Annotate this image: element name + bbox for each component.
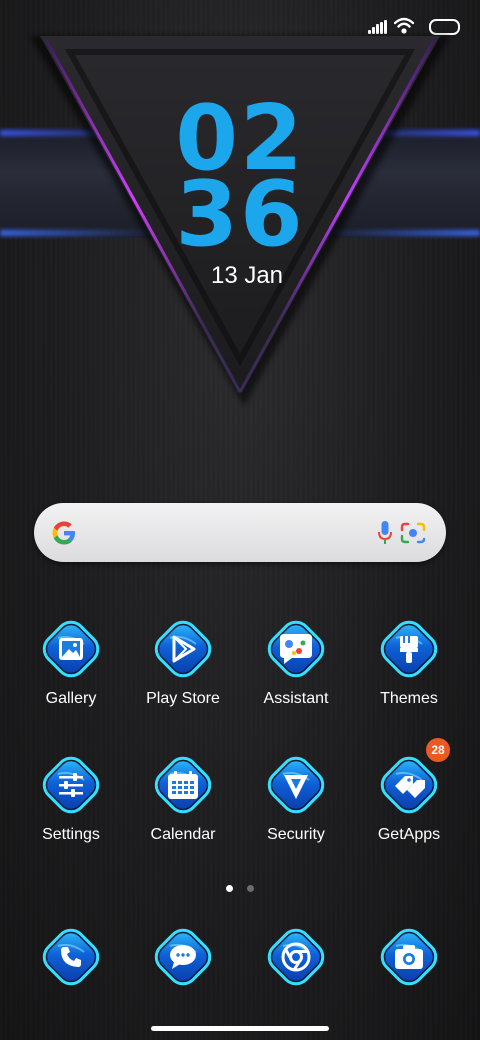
gallery-icon: [59, 638, 83, 660]
page-dot[interactable]: [247, 885, 255, 892]
camera-icon: [395, 945, 423, 969]
app-themes[interactable]: Themes: [364, 614, 454, 708]
getapps-icon: [395, 776, 425, 798]
app-label: Play Store: [146, 690, 220, 707]
assistant-icon: [280, 634, 312, 664]
dock-camera[interactable]: [364, 922, 454, 992]
lens-icon[interactable]: [400, 521, 426, 545]
chrome-icon: [281, 942, 311, 972]
play-store-icon: [172, 635, 196, 663]
app-label: Settings: [42, 826, 100, 843]
app-label: Security: [267, 826, 325, 843]
calendar-icon: [168, 771, 198, 799]
dock-phone[interactable]: [26, 922, 116, 992]
app-label: GetApps: [377, 826, 441, 843]
notification-badge: 28: [426, 738, 450, 762]
app-label: Assistant: [263, 690, 329, 707]
settings-icon: [59, 773, 83, 797]
mic-icon[interactable]: [378, 520, 392, 546]
app-label: Gallery: [45, 690, 97, 707]
clock-minutes[interactable]: 36: [0, 170, 480, 260]
page-dot-active[interactable]: [225, 885, 233, 892]
app-settings[interactable]: Settings: [26, 750, 116, 844]
app-gallery[interactable]: Gallery: [26, 614, 116, 708]
page-indicator[interactable]: [0, 879, 480, 897]
phone-icon: [61, 947, 81, 967]
app-calendar[interactable]: Calendar: [138, 750, 228, 844]
app-label: Themes: [380, 690, 438, 707]
dock-chrome[interactable]: [251, 922, 341, 992]
security-icon: [284, 775, 308, 799]
google-search-bar[interactable]: [34, 503, 446, 562]
date-label[interactable]: 13 Jan: [0, 262, 480, 290]
dock-messages[interactable]: [138, 922, 228, 992]
messages-icon: [170, 945, 196, 969]
app-label: Calendar: [150, 826, 216, 843]
app-getapps[interactable]: 28 GetApps: [364, 738, 454, 844]
google-g-icon: [52, 521, 75, 545]
app-security[interactable]: Security: [251, 750, 341, 844]
app-assistant[interactable]: Assistant: [251, 614, 341, 708]
app-play-store[interactable]: Play Store: [138, 614, 228, 708]
themes-icon: [400, 636, 418, 663]
gesture-home-bar[interactable]: [151, 1026, 329, 1031]
